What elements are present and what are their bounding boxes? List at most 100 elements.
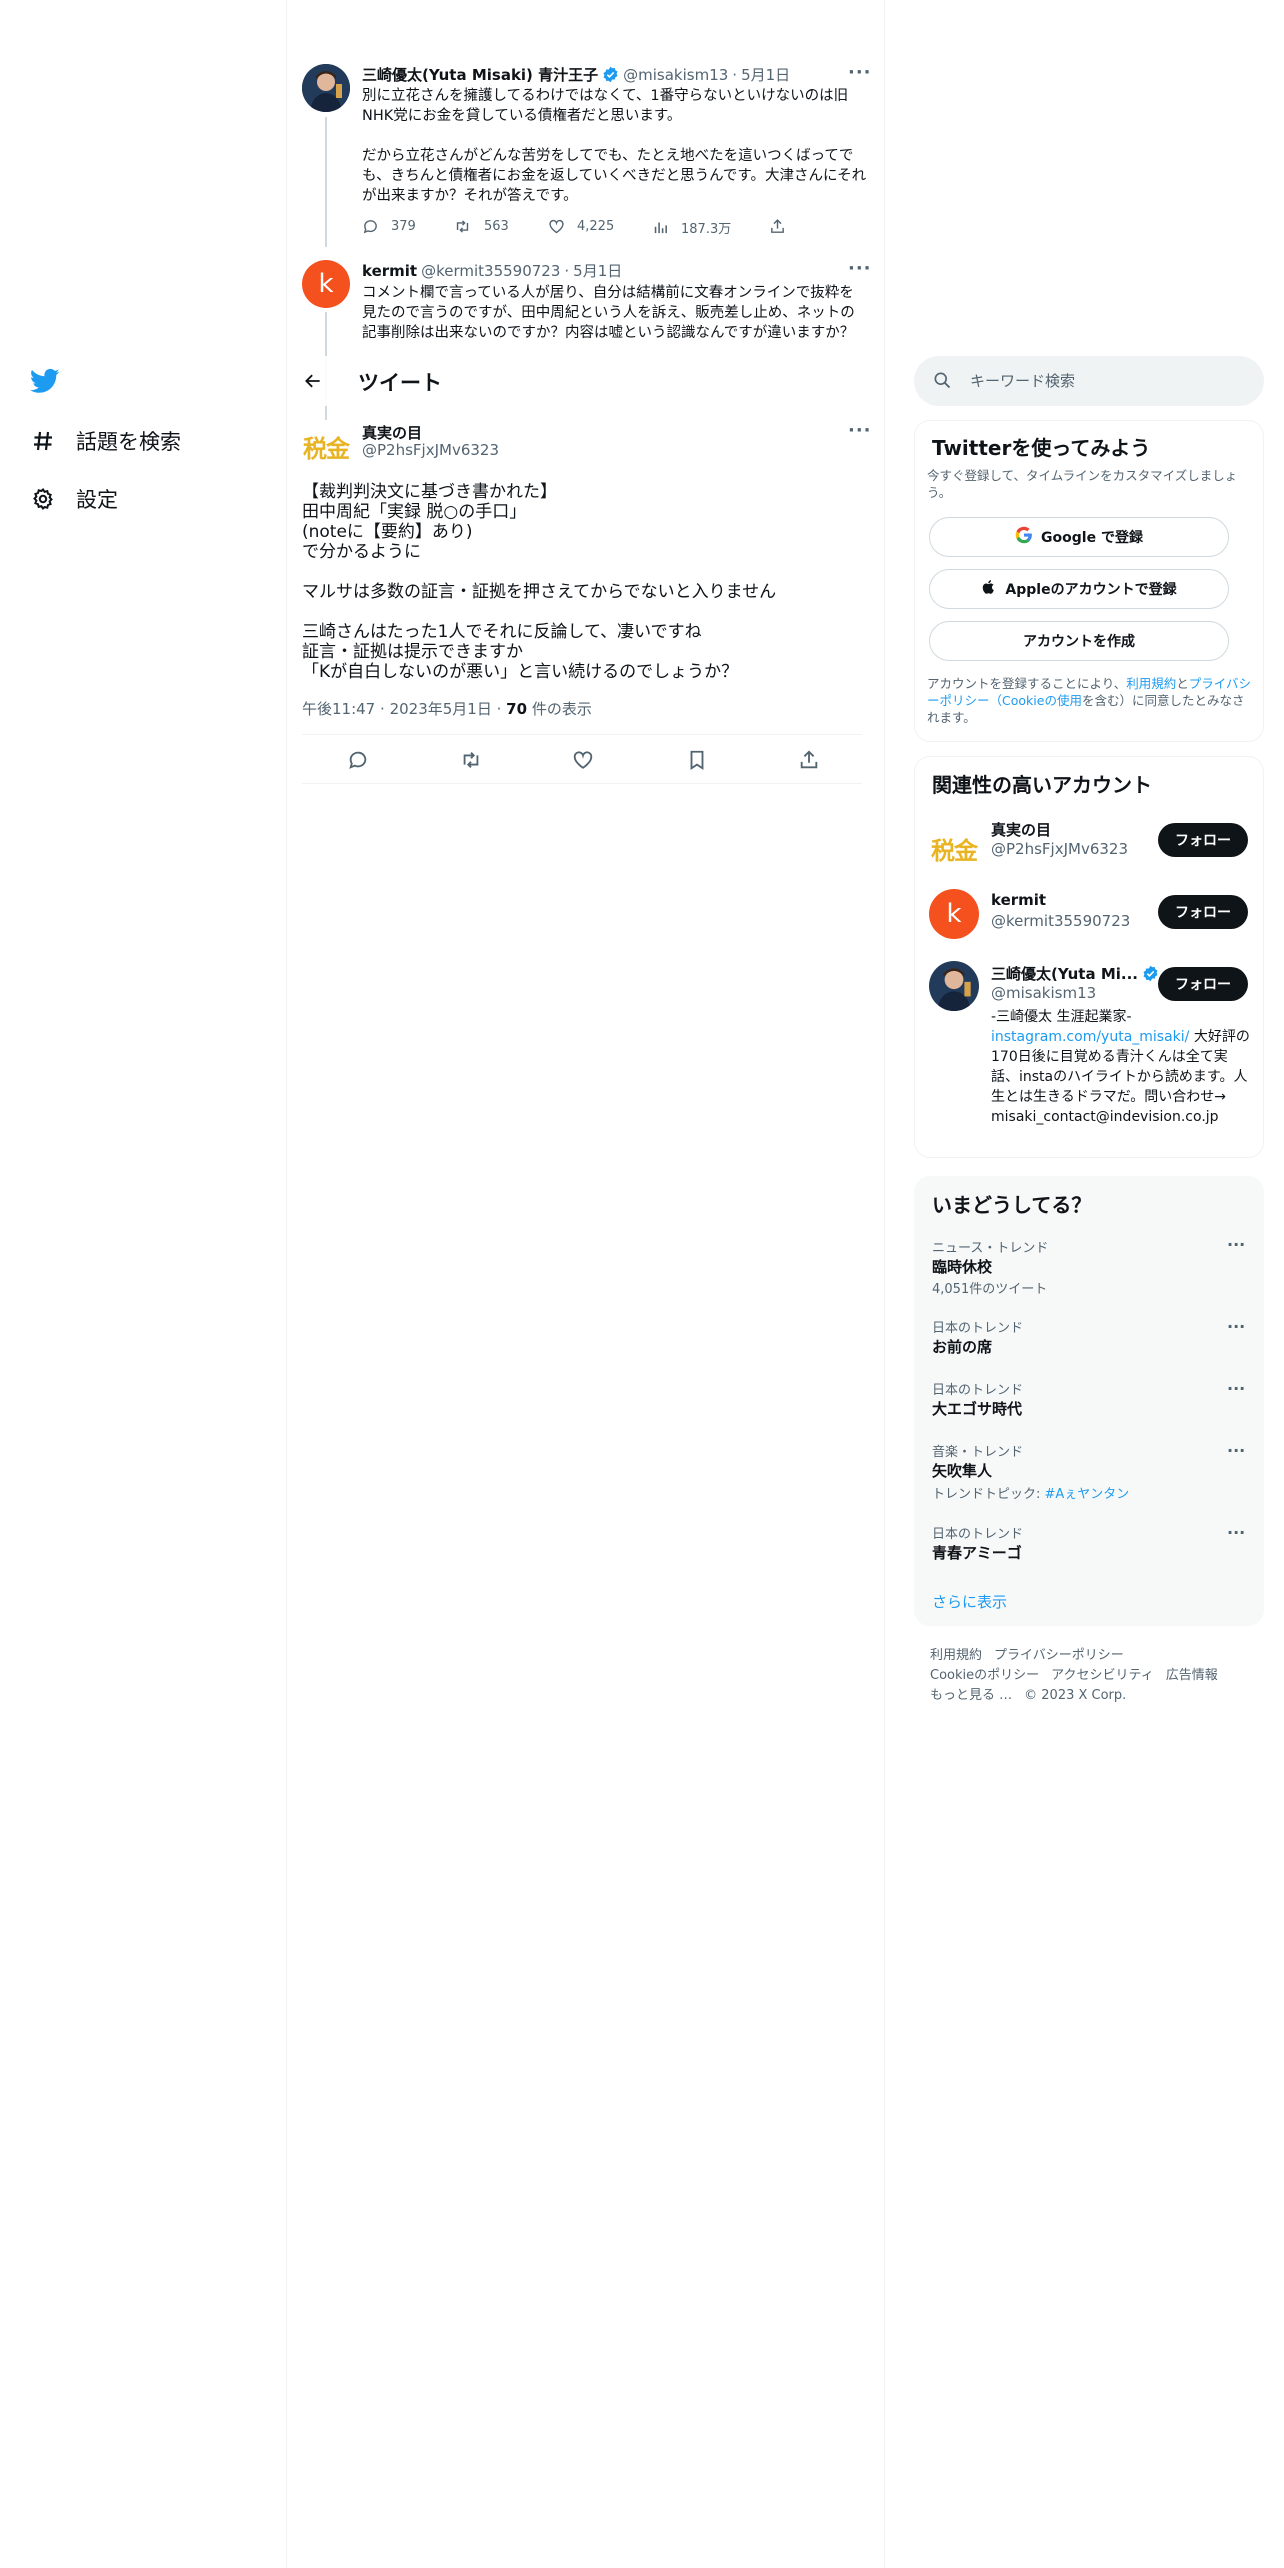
twitter-logo-icon[interactable] xyxy=(28,366,62,396)
footer-more-link[interactable]: もっと見る … xyxy=(930,1688,1012,1703)
google-signup-label: Google で登録 xyxy=(1041,530,1143,546)
views-count: 70 xyxy=(506,700,528,718)
trend-category: 音楽・トレンド xyxy=(932,1445,1024,1460)
verified-badge-icon xyxy=(602,66,619,83)
show-more-link[interactable]: さらに表示 xyxy=(932,1591,1007,1612)
terms-link[interactable]: 利用規約 xyxy=(1126,676,1176,691)
follow-button[interactable]: フォロー xyxy=(1158,823,1248,857)
like-button[interactable] xyxy=(570,747,596,773)
author-name[interactable]: 三崎優太(Yuta Misaki) 青汁王子 xyxy=(362,64,598,85)
trend-more-icon[interactable]: ··· xyxy=(1227,1235,1245,1254)
google-signup-button[interactable]: Google で登録 xyxy=(929,517,1229,557)
avatar-text: 税金 xyxy=(931,836,978,865)
avatar-letter: k xyxy=(946,899,962,929)
trend-name[interactable]: 臨時休校 xyxy=(932,1256,992,1277)
bookmark-icon xyxy=(690,750,704,770)
trend-name[interactable]: 大エゴサ時代 xyxy=(932,1398,1022,1419)
tweet-date[interactable]: 5月1日 xyxy=(573,260,622,281)
trend-topic-label: トレンドトピック: xyxy=(932,1487,1045,1502)
trends-title: いまどうしてる？ xyxy=(932,1193,1092,1217)
footer-accessibility-link[interactable]: アクセシビリティ xyxy=(1051,1668,1154,1683)
legal-prefix: アカウントを登録することにより、 xyxy=(927,676,1127,691)
avatar-related-2[interactable]: k xyxy=(929,889,979,939)
tweet-action-bar xyxy=(302,734,862,784)
trend-name[interactable]: お前の席 xyxy=(932,1336,992,1357)
footer-copyright: © 2023 X Corp. xyxy=(1024,1688,1127,1703)
trend-topic-link[interactable]: #Aぇヤンタン xyxy=(1045,1487,1130,1502)
nav-settings[interactable]: 設定 xyxy=(28,484,118,514)
follow-button[interactable]: フォロー xyxy=(1158,895,1248,929)
avatar-kermit[interactable]: k xyxy=(302,260,350,308)
signup-subtitle: 今すぐ登録して、タイムラインをカスタマイズしましょう。 xyxy=(927,468,1238,500)
reply-stat[interactable]: 379 xyxy=(362,218,416,235)
back-arrow-icon[interactable] xyxy=(297,365,329,397)
views-label: 件の表示 xyxy=(531,700,592,718)
gear-icon xyxy=(28,484,58,514)
main-author-handle[interactable]: @P2hsFjxJMv6323 xyxy=(362,441,499,459)
tweet-date[interactable]: 2023年5月1日 xyxy=(390,700,492,718)
trend-name[interactable]: 矢吹隼人 xyxy=(932,1460,992,1481)
more-options-icon[interactable]: ··· xyxy=(848,420,872,441)
views-stat[interactable]: 187.3万 xyxy=(652,218,731,237)
cookie-link[interactable]: （Cookieの使用 xyxy=(990,693,1082,708)
apple-icon xyxy=(981,578,997,600)
trend-name[interactable]: 青春アミーゴ xyxy=(932,1542,1022,1563)
related-handle[interactable]: @P2hsFjxJMv6323 xyxy=(991,840,1128,858)
main-author-name[interactable]: 真実の目 xyxy=(362,422,422,443)
tweet-header: kermit @kermit35590723 · 5月1日 xyxy=(362,260,622,281)
author-name[interactable]: kermit xyxy=(362,262,417,280)
related-name[interactable]: kermit xyxy=(991,891,1046,909)
footer-privacy-link[interactable]: プライバシーポリシー xyxy=(994,1648,1124,1663)
related-name[interactable]: 真実の目 xyxy=(991,819,1051,840)
retweet-icon xyxy=(456,220,469,233)
avatar-related-3[interactable] xyxy=(929,961,979,1011)
trend-more-icon[interactable]: ··· xyxy=(1227,1523,1245,1542)
bookmark-button[interactable] xyxy=(684,747,710,773)
reply-button[interactable] xyxy=(345,747,371,773)
avatar-related-1[interactable]: 税金 xyxy=(929,823,979,873)
footer-ads-link[interactable]: 広告情報 xyxy=(1166,1668,1218,1683)
signup-card: Twitterを使ってみよう 今すぐ登録して、タイムラインをカスタマイズしましょ… xyxy=(914,420,1264,742)
trend-more-icon[interactable]: ··· xyxy=(1227,1379,1245,1398)
separator-dot: · xyxy=(380,700,390,718)
more-options-icon[interactable]: ··· xyxy=(848,258,872,279)
retweet-stat[interactable]: 563 xyxy=(453,218,509,235)
column-divider-right xyxy=(884,0,885,2568)
related-handle[interactable]: @kermit35590723 xyxy=(991,912,1130,930)
trend-category: ニュース・トレンド xyxy=(932,1241,1049,1256)
related-handle[interactable]: @misakism13 xyxy=(991,984,1096,1002)
avatar-text: 税金 xyxy=(303,434,350,463)
signup-legal-text: アカウントを登録することにより、利用規約とプライバシーポリシー（Cookieの使… xyxy=(927,675,1253,726)
nav-explore[interactable]: 話題を検索 xyxy=(28,426,181,456)
retweet-button[interactable] xyxy=(458,747,484,773)
trend-more-icon[interactable]: ··· xyxy=(1227,1441,1245,1460)
share-button[interactable] xyxy=(796,747,822,773)
avatar-misaki[interactable] xyxy=(302,64,350,112)
footer-row-2: Cookieのポリシー アクセシビリティ 広告情報 xyxy=(930,1664,1230,1683)
retweet-count: 563 xyxy=(484,219,509,234)
author-handle[interactable]: @misakism13 xyxy=(623,66,728,84)
trend-category: 日本のトレンド xyxy=(932,1383,1024,1398)
share-button[interactable] xyxy=(769,218,798,235)
search-input[interactable] xyxy=(970,368,1240,394)
footer-terms-link[interactable]: 利用規約 xyxy=(930,1648,982,1663)
search-box[interactable] xyxy=(914,356,1264,406)
trend-more-icon[interactable]: ··· xyxy=(1227,1317,1245,1336)
footer-cookie-link[interactable]: Cookieのポリシー xyxy=(930,1668,1039,1683)
retweet-icon xyxy=(463,752,479,768)
author-handle[interactable]: @kermit35590723 xyxy=(421,262,560,280)
tweet-date[interactable]: 5月1日 xyxy=(741,64,790,85)
views-count: 187.3万 xyxy=(681,222,732,237)
create-account-button[interactable]: アカウントを作成 xyxy=(929,621,1229,661)
tweet-time[interactable]: 午後11:47 xyxy=(302,700,375,718)
avatar-letter: k xyxy=(318,269,334,299)
follow-button[interactable]: フォロー xyxy=(1158,967,1248,1001)
reply-icon xyxy=(349,751,367,769)
nav-explore-label: 話題を検索 xyxy=(76,430,181,454)
avatar-main-author[interactable]: 税金 xyxy=(302,422,350,470)
apple-signup-button[interactable]: Appleのアカウントで登録 xyxy=(929,569,1229,609)
more-options-icon[interactable]: ··· xyxy=(848,62,872,83)
related-name-row[interactable]: 三崎優太(Yuta Mi... xyxy=(991,963,1159,984)
like-stat[interactable]: 4,225 xyxy=(548,218,614,235)
bio-link[interactable]: instagram.com/yuta_misaki/ xyxy=(991,1029,1189,1045)
